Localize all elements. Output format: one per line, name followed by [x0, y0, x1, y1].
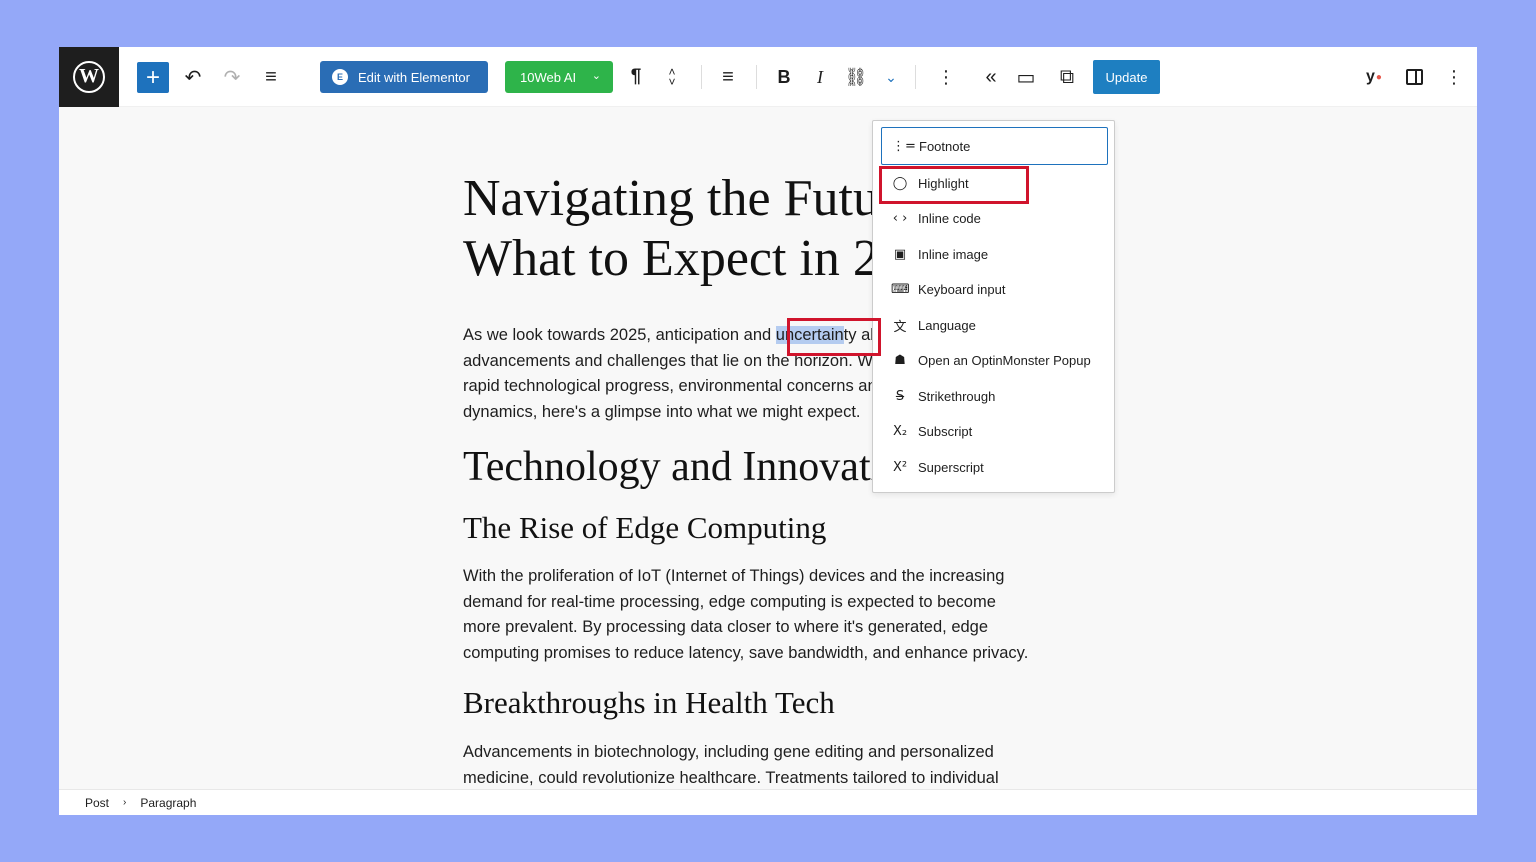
link-icon[interactable]: ⛓: [841, 62, 871, 92]
menu-item-label: Language: [918, 317, 976, 333]
code-icon: ‹ ›: [892, 210, 908, 226]
wordpress-icon: W: [73, 61, 105, 93]
options-menu-icon[interactable]: ⋮: [1439, 62, 1469, 92]
annotation-box-selected-word: [787, 318, 881, 356]
add-block-button[interactable]: +: [137, 62, 169, 93]
edit-with-elementor-button[interactable]: E Edit with Elementor: [320, 61, 488, 93]
toolbar-divider: [915, 65, 916, 89]
wordpress-logo-button[interactable]: W: [59, 47, 119, 107]
menu-item-label: Keyboard input: [918, 281, 1006, 297]
menu-item-subscript[interactable]: X₂ Subscript: [881, 413, 1108, 449]
paragraph-block[interactable]: Advancements in biotechnology, including…: [463, 740, 999, 789]
sidebar-panel-icon: [1405, 69, 1423, 85]
menu-item-label: Footnote: [919, 138, 971, 154]
paragraph-text-before: As we look towards 2025, anticipation an…: [463, 326, 776, 344]
menu-item-label: Strikethrough: [918, 388, 996, 404]
editor-toolbar: W + ↶ ↷ ≡ E Edit with Elementor 10Web AI…: [59, 47, 1477, 107]
bold-button[interactable]: B: [769, 62, 799, 92]
block-breadcrumb: Post › Paragraph: [59, 789, 1477, 815]
elementor-icon: E: [332, 69, 348, 85]
toolbar-divider: [701, 65, 702, 89]
menu-item-inline-image[interactable]: ▣ Inline image: [881, 236, 1108, 272]
menu-item-label: Inline code: [918, 210, 981, 226]
menu-item-label: Open an OptinMonster Popup: [918, 352, 1091, 368]
image-icon: ▣: [893, 246, 907, 262]
annotation-box-highlight-item: [879, 166, 1029, 204]
menu-item-strikethrough[interactable]: S̶ Strikethrough: [881, 378, 1108, 414]
elementor-label: Edit with Elementor: [358, 69, 470, 85]
menu-item-label: Superscript: [918, 459, 984, 475]
language-icon: 文: [893, 319, 907, 335]
settings-sidebar-toggle[interactable]: [1399, 62, 1429, 92]
paragraph-icon[interactable]: ¶: [621, 62, 651, 92]
align-icon[interactable]: ≡: [713, 62, 743, 92]
menu-item-label: Inline image: [918, 246, 989, 262]
menu-item-footnote[interactable]: ⋮= Footnote: [881, 127, 1108, 165]
10web-ai-button[interactable]: 10Web AI ⌄: [505, 61, 613, 93]
undo-icon[interactable]: ↶: [178, 62, 208, 92]
toolbar-divider: [756, 65, 757, 89]
strikethrough-icon: S̶: [895, 388, 905, 404]
view-post-external-icon[interactable]: ⧉: [1052, 62, 1082, 92]
optinmonster-icon: ☗: [894, 352, 906, 368]
yoast-seo-icon[interactable]: y ●: [1359, 62, 1389, 92]
heading-block[interactable]: Breakthroughs in Health Tech: [463, 683, 835, 723]
collapse-toolbar-icon[interactable]: «: [976, 62, 1006, 92]
chevron-down-icon[interactable]: ⌄: [592, 69, 601, 82]
breadcrumb-chevron-icon: ›: [123, 797, 127, 808]
keyboard-icon: ⌨: [891, 281, 910, 297]
footnote-icon: ⋮=: [892, 138, 916, 154]
paragraph-block[interactable]: With the proliferation of IoT (Internet …: [463, 564, 1028, 667]
editor-frame: W + ↶ ↷ ≡ E Edit with Elementor 10Web AI…: [59, 47, 1477, 815]
block-options-icon[interactable]: ⋮: [931, 62, 961, 92]
italic-button[interactable]: I: [805, 62, 835, 92]
post-title[interactable]: Navigating the Future: What to Expect in…: [463, 169, 923, 289]
heading-block[interactable]: The Rise of Edge Computing: [463, 508, 826, 548]
subscript-icon: X₂: [892, 423, 908, 439]
redo-icon[interactable]: ↷: [217, 62, 247, 92]
menu-item-label: Subscript: [918, 423, 973, 439]
menu-item-optinmonster[interactable]: ☗ Open an OptinMonster Popup: [881, 342, 1108, 378]
heading-block[interactable]: Technology and Innovation: [463, 441, 875, 493]
update-button[interactable]: Update: [1093, 60, 1160, 94]
breadcrumb-paragraph[interactable]: Paragraph: [140, 796, 196, 810]
more-formatting-chevron-icon[interactable]: ⌄: [876, 62, 906, 92]
menu-item-keyboard-input[interactable]: ⌨ Keyboard input: [881, 271, 1108, 307]
yoast-letter: y: [1366, 68, 1375, 85]
ai-label: 10Web AI: [520, 69, 577, 85]
document-overview-icon[interactable]: ≡: [256, 62, 286, 92]
move-down-icon[interactable]: ˅: [668, 76, 675, 88]
menu-item-inline-code[interactable]: ‹ › Inline code: [881, 200, 1108, 236]
move-block-control[interactable]: ˄ ˅: [657, 62, 687, 92]
preview-device-icon[interactable]: ▭: [1011, 62, 1041, 92]
breadcrumb-post[interactable]: Post: [85, 796, 109, 810]
superscript-icon: X²: [892, 459, 908, 475]
menu-item-language[interactable]: 文 Language: [881, 307, 1108, 343]
yoast-status-dot: ●: [1375, 71, 1382, 83]
menu-item-superscript[interactable]: X² Superscript: [881, 449, 1108, 485]
